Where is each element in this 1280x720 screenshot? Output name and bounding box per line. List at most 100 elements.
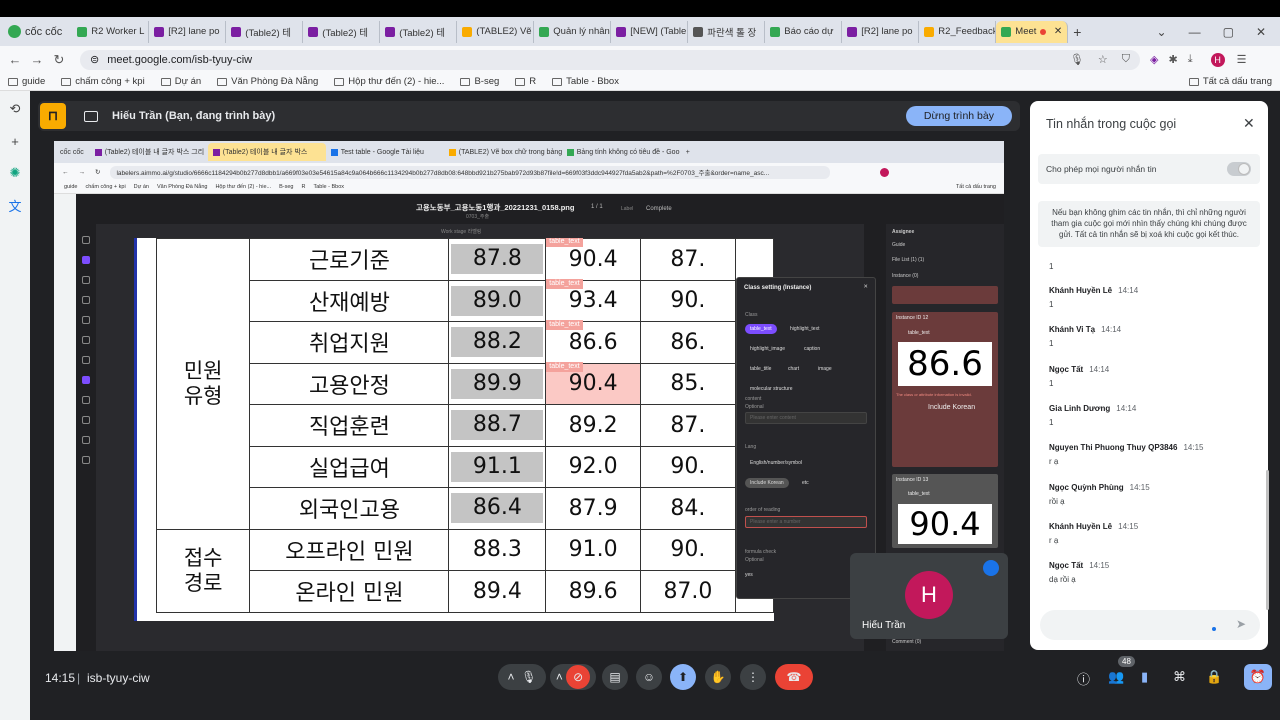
forward-icon[interactable]: → [26,52,48,67]
bookmark-item[interactable]: R [507,76,544,87]
microphone-button[interactable]: ˄ 🎙 [498,664,546,690]
camera-button[interactable]: ˄ ⊘ [550,664,596,690]
box-tool-icon[interactable] [82,316,90,324]
lang-chip[interactable]: etc [797,478,814,488]
value-cell-2[interactable]: 89.6 [545,570,642,613]
maximize-icon[interactable]: ▢ [1223,25,1234,39]
settings-tool-icon[interactable] [82,436,90,444]
class-chip[interactable]: table_text [745,324,777,334]
file-list-label[interactable]: File List (1) (1) [892,257,924,263]
activities-icon[interactable]: ⌘ [1173,669,1186,685]
value-cell-2[interactable]: 89.2 [545,404,642,447]
info-icon[interactable]: ⓘ [1077,669,1090,688]
more-options-button[interactable]: ⋮ [740,664,766,690]
content-input[interactable]: Please enter content [745,412,867,424]
class-chip[interactable]: highlight_text [785,324,824,334]
bookmark-item[interactable]: Dự án [153,76,209,87]
stop-presenting-button[interactable]: Dừng trình bày [905,106,1012,126]
browser-tab[interactable]: R2_Feedback [919,20,997,43]
close-icon[interactable]: ✕ [863,284,868,290]
comment-label[interactable]: Comment (0) [892,639,921,645]
instance-label[interactable]: Instance (0) [892,273,918,279]
polygon-tool-icon[interactable] [82,296,90,304]
class-chip[interactable]: highlight_image [745,344,790,354]
browser-tab[interactable]: Quản lý nhân [534,20,612,43]
minimize-icon[interactable]: — [1189,25,1201,39]
back-icon[interactable]: ← [4,52,26,67]
chatgpt-icon[interactable]: ✺ [7,165,23,181]
bookmark-item[interactable]: chấm công + kpi [53,76,152,87]
profile-avatar[interactable]: H [1210,52,1225,67]
emoji-button[interactable]: ☺ [636,664,662,690]
browser-tab[interactable]: (Table2) 테 [226,20,304,43]
bookmark-star-icon[interactable]: ☆ [1098,53,1108,66]
class-chip[interactable]: caption [799,344,825,354]
chat-icon[interactable]: ▮ [1141,669,1148,685]
lang-chip[interactable]: English/number/symbol [745,458,807,468]
browser-tab[interactable]: [R2] lane po [842,20,920,43]
bookmark-item[interactable]: B-seg [452,76,507,87]
people-icon[interactable]: 👥 [1108,669,1124,685]
translate-icon[interactable]: 文 [7,197,23,214]
undo-tool-icon[interactable] [82,356,90,364]
instance-card-12[interactable]: Instance ID 12 table_text 86.6 The class… [892,312,998,467]
class-chip[interactable]: table_title [745,364,776,374]
browser-tab[interactable]: (TABLE2) Vẽ [457,20,535,43]
move-tool-icon[interactable] [82,276,90,284]
browser-tab[interactable]: R2 Worker L [72,20,150,43]
zoom-tool-icon[interactable] [82,376,90,384]
host-controls-icon[interactable]: 🔒 [1206,669,1222,685]
class-chip[interactable]: chart [783,364,804,374]
close-icon[interactable]: ✕ [1054,26,1062,37]
shield-icon[interactable]: ⛉ [1122,53,1130,66]
bookmark-item[interactable]: Văn Phòng Đà Nẵng [209,76,326,87]
bookmark-item[interactable]: guide [0,76,53,87]
url-input[interactable]: ⊜ meet.google.com/isb-tyuy-ciw 🎙 ☆ ⛉ [80,49,1140,70]
brightness-tool-icon[interactable] [82,396,90,404]
assignee-label[interactable]: Assignee [892,229,914,235]
browser-tab[interactable]: (Table2) 테 [380,20,458,43]
mic-icon[interactable]: 🎙 [1070,53,1084,66]
timer-button[interactable]: ⏰ [1244,664,1272,690]
extension-icon[interactable]: ◈ [1150,53,1158,66]
raise-hand-button[interactable]: ✋ [705,664,731,690]
reload-icon[interactable]: ↻ [48,52,70,68]
new-tab-button[interactable]: + [1068,24,1086,40]
order-input[interactable]: Please enter a number [745,516,867,528]
value-cell-2[interactable]: 91.0 [545,528,642,571]
value-cell-2[interactable]: 87.9 [545,487,642,530]
value-cell-2[interactable]: table_text 90.4 [545,238,642,281]
send-icon[interactable]: ➤ [1236,617,1246,631]
instance-card-13[interactable]: Instance ID 13 table_text 90.4 [892,474,998,548]
class-chip[interactable]: image [813,364,837,374]
bookmark-item[interactable]: Table - Bbox [544,76,627,87]
close-window-icon[interactable]: ✕ [1256,25,1266,39]
present-button[interactable]: ⬆ [670,664,696,690]
all-bookmarks[interactable]: Tất cả dấu trang [1181,76,1280,87]
value-cell-2[interactable]: table_text 90.4 [545,361,642,405]
browser-tab[interactable]: Báo cáo dự [765,20,843,43]
tab-meet[interactable]: Meet ✕ [996,20,1069,43]
puzzle-icon[interactable]: ✱ [1168,53,1177,66]
select-tool-icon[interactable] [82,236,90,244]
leave-call-button[interactable]: ☎ [775,664,813,690]
history-icon[interactable]: ⟲ [7,101,23,117]
lang-chip[interactable]: Include Korean [745,478,789,488]
formula-value[interactable]: yes [745,572,753,578]
value-cell-2[interactable]: 92.0 [545,445,642,488]
brush-tool-icon[interactable] [82,336,90,344]
chat-input[interactable] [1040,610,1260,640]
comment-tool-icon[interactable] [82,456,90,464]
guide-label[interactable]: Guide [892,242,905,248]
tag-tool-icon[interactable] [82,256,90,264]
download-icon[interactable]: ⤓ [1188,53,1193,66]
site-info-icon[interactable]: ⊜ [90,53,99,66]
value-cell-2[interactable]: table_text 93.4 [545,278,642,322]
instance-card-prev[interactable] [892,286,998,304]
add-icon[interactable]: + [7,133,23,149]
contrast-tool-icon[interactable] [82,416,90,424]
bookmark-item[interactable]: Hộp thư đến (2) - hie... [326,76,452,87]
browser-tab[interactable]: [NEW] (Table [611,20,689,43]
close-chat-icon[interactable]: ✕ [1243,115,1255,132]
class-chip[interactable]: molecular structure [745,384,798,394]
